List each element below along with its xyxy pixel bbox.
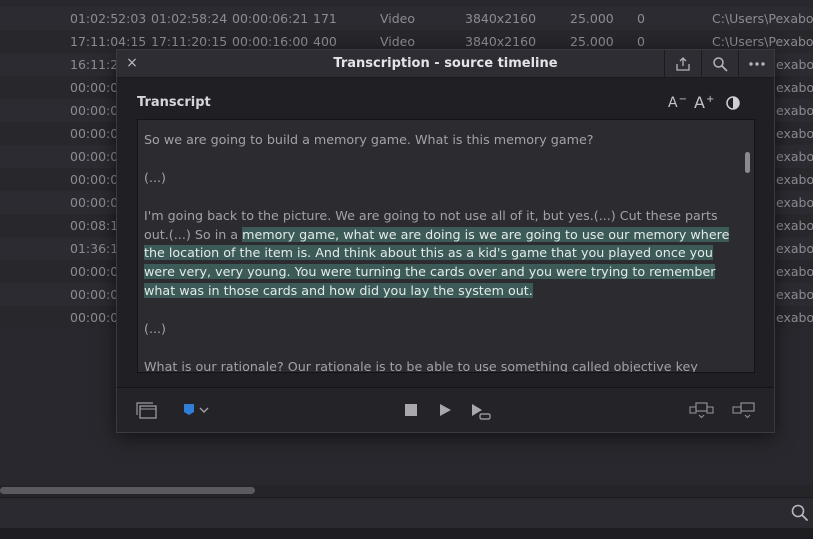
table-cell: 00:00:0 <box>70 264 119 279</box>
minus-symbol: − <box>678 94 687 105</box>
table-cell: Video <box>380 11 416 26</box>
search-icon[interactable] <box>790 503 810 523</box>
search-icon <box>712 57 727 72</box>
clips-icon[interactable] <box>135 400 159 420</box>
transcript-paragraph[interactable]: What is our rationale? Our rationale is … <box>144 358 742 372</box>
bottom-strip <box>0 528 813 539</box>
append-clip-icon[interactable] <box>731 402 757 420</box>
table-cell: 00:00:0 <box>70 126 119 141</box>
table-cell: 00:00:06:21 <box>232 11 309 26</box>
vertical-scrollbar-thumb[interactable] <box>745 152 750 173</box>
transcript-paragraph[interactable]: So we are going to build a memory game. … <box>144 131 742 150</box>
table-cell: exabo <box>776 310 813 325</box>
chevron-down-icon[interactable] <box>199 406 209 414</box>
table-cell: 00:00:0 <box>70 195 119 210</box>
decrease-font-label: A <box>668 95 678 111</box>
contrast-icon[interactable] <box>725 95 741 111</box>
table-cell: exabo <box>776 103 813 118</box>
share-icon <box>675 57 690 71</box>
table-cell: 171 <box>313 11 337 26</box>
table-cell: exabo <box>776 172 813 187</box>
table-cell: exabo <box>776 195 813 210</box>
stop-icon[interactable] <box>405 404 417 416</box>
dialog-header: × Transcription - source timeline <box>117 50 774 78</box>
bottom-bar <box>0 498 813 528</box>
table-row[interactable]: 01:02:52:03 01:02:58:24 00:00:06:21 171 Vide… <box>0 7 813 30</box>
marker-icon[interactable] <box>183 403 195 416</box>
table-cell: 00:00:0 <box>70 287 119 302</box>
table-cell: 01:02:58:24 <box>151 11 228 26</box>
increase-font-button[interactable]: A+ <box>694 93 714 113</box>
table-cell: exabo <box>776 126 813 141</box>
transcript-text[interactable]: So we are going to build a memory game. … <box>144 131 742 372</box>
search-button[interactable] <box>701 50 737 78</box>
table-cell: exabo <box>776 287 813 302</box>
table-cell: exabo <box>776 264 813 279</box>
share-button[interactable] <box>664 50 700 78</box>
table-cell: 16:11:2 <box>70 57 119 72</box>
table-cell: C:\Users\Pexabo <box>712 11 813 26</box>
transcript-paragraph[interactable]: I'm going back to the picture. We are go… <box>144 207 742 302</box>
transcript-label: Transcript <box>137 95 211 110</box>
transcript-paragraph[interactable]: (...) <box>144 169 742 188</box>
table-cell: 00:00:0 <box>70 172 119 187</box>
table-cell: 01:02:52:03 <box>70 11 147 26</box>
insert-clip-icon[interactable] <box>689 402 715 420</box>
increase-font-label: A <box>694 93 705 112</box>
table-cell: exabo <box>776 80 813 95</box>
table-cell: 00:00:0 <box>70 149 119 164</box>
decrease-font-button[interactable]: A− <box>668 93 687 113</box>
table-cell: 00:00:0 <box>70 310 119 325</box>
table-cell: exabo <box>776 241 813 256</box>
transcription-dialog: × Transcription - source timeline Transc… <box>116 49 775 433</box>
table-cell: 00:08:1 <box>70 218 119 233</box>
table-cell: 00:00:0 <box>70 103 119 118</box>
horizontal-scrollbar-thumb[interactable] <box>0 487 255 494</box>
close-button[interactable]: × <box>121 50 143 78</box>
play-icon[interactable] <box>440 404 451 416</box>
transcript-text-area[interactable]: So we are going to build a memory game. … <box>137 119 755 373</box>
more-icon <box>748 62 765 66</box>
dialog-footer <box>117 387 774 432</box>
transcript-paragraph[interactable]: (...) <box>144 320 742 339</box>
table-cell: 3840x2160 <box>465 11 537 26</box>
table-cell: 01:36:1 <box>70 241 119 256</box>
more-button[interactable] <box>738 50 774 78</box>
table-cell: 00:00:0 <box>70 80 119 95</box>
table-cell: exabo <box>776 218 813 233</box>
table-cell: 25.000 <box>570 11 614 26</box>
table-cell: 0 <box>637 11 645 26</box>
plus-symbol: + <box>705 94 715 105</box>
table-cell: exabo <box>776 57 813 72</box>
play-from-cursor-icon[interactable] <box>472 404 492 420</box>
table-cell: exabo <box>776 149 813 164</box>
